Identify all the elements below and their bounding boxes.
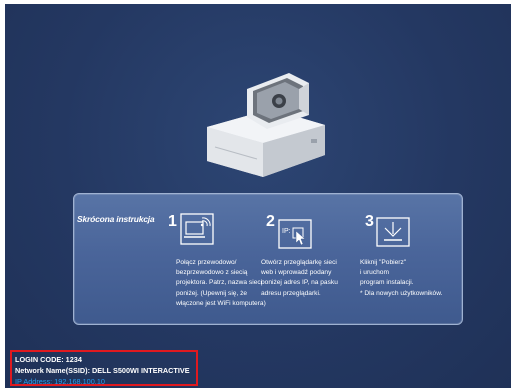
quick-guide-title: Skrócona instrukcja <box>77 214 155 224</box>
laptop-wifi-icon <box>180 213 214 245</box>
download-icon <box>376 217 410 247</box>
ip-address: IP Address: 192.168.100.10 <box>15 377 105 386</box>
step-2-text: Otwórz przeglądarkę sieci web i wprowadź… <box>261 259 338 297</box>
browser-ip-icon: IP: <box>278 219 312 249</box>
step-3-text: Kliknij "Pobierz" i uruchom program inst… <box>360 259 443 297</box>
network-name: Network Name(SSID): DELL S500WI INTERACT… <box>15 366 190 375</box>
ip-label: IP: <box>282 228 291 235</box>
step-1-text: Połącz przewodowo/ bezprzewodowo z sieci… <box>176 259 266 307</box>
step-2-number: 2 <box>266 213 275 230</box>
projector-home-screen: Skrócona instrukcja 1 Połącz przewodowo/… <box>5 4 511 388</box>
step-3-number: 3 <box>365 213 374 230</box>
login-code: LOGIN CODE: 1234 <box>15 355 82 364</box>
projector-image <box>207 73 325 177</box>
quick-guide-panel: Skrócona instrukcja 1 Połącz przewodowo/… <box>73 193 463 325</box>
step-1-number: 1 <box>168 213 177 230</box>
connection-info-box: LOGIN CODE: 1234 Network Name(SSID): DEL… <box>10 350 198 386</box>
